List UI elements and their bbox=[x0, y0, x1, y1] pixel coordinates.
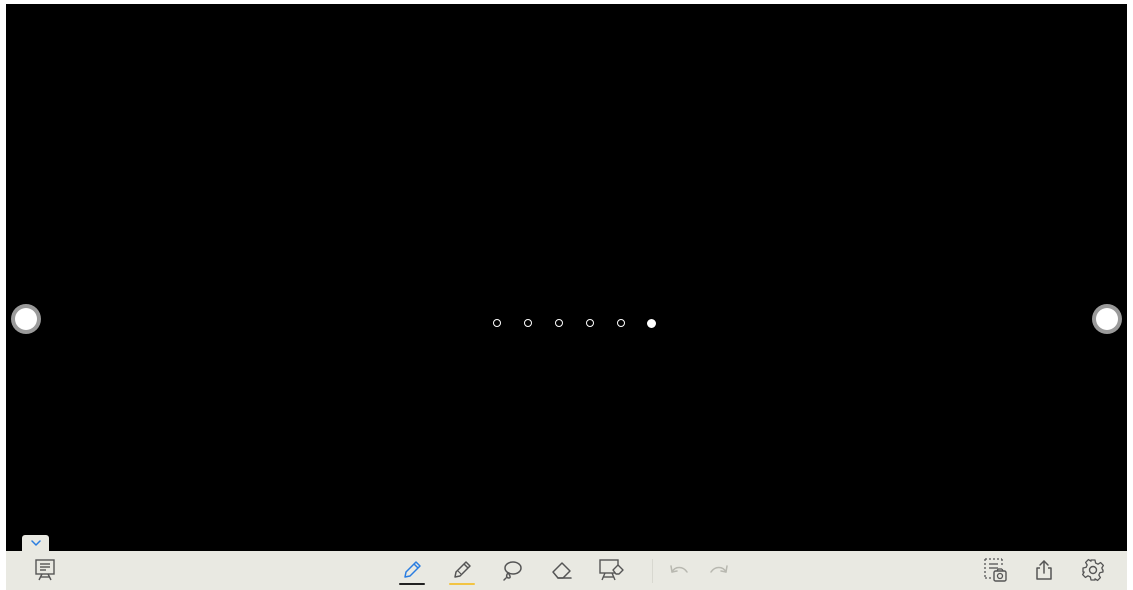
eraser-tool-button[interactable] bbox=[546, 555, 578, 585]
presentation-board-icon bbox=[35, 559, 55, 581]
circle-nav-right bbox=[1096, 308, 1118, 330]
page-dot-mark bbox=[523, 319, 532, 327]
toolbar-separator bbox=[652, 559, 653, 583]
settings-button[interactable] bbox=[1077, 555, 1109, 585]
bottom-toolbar bbox=[6, 551, 1127, 590]
share-button[interactable] bbox=[1028, 555, 1060, 585]
page-dot-5[interactable] bbox=[605, 313, 636, 333]
redo-icon bbox=[710, 565, 728, 573]
page-dot-2[interactable] bbox=[512, 313, 543, 333]
collapse-toolbar-button[interactable] bbox=[22, 535, 49, 551]
share-icon bbox=[1036, 560, 1052, 580]
previous-page-button[interactable] bbox=[11, 304, 41, 334]
clear-board-icon bbox=[599, 559, 624, 581]
next-page-button[interactable] bbox=[1092, 304, 1122, 334]
page-dot-3[interactable] bbox=[543, 313, 574, 333]
pen-tool-button[interactable] bbox=[396, 555, 428, 585]
highlighter-color-underline bbox=[449, 583, 475, 585]
drawing-canvas[interactable] bbox=[6, 4, 1127, 551]
redo-button[interactable] bbox=[703, 555, 735, 585]
page-dot-6[interactable] bbox=[636, 313, 667, 333]
chevron-down-icon bbox=[30, 540, 41, 546]
page-dot-mark bbox=[616, 319, 625, 327]
page-indicator bbox=[481, 313, 667, 333]
page-dot-4[interactable] bbox=[574, 313, 605, 333]
pen-active-underline bbox=[399, 583, 425, 585]
whiteboard-window bbox=[0, 0, 1133, 590]
lasso-icon bbox=[503, 561, 522, 581]
presentation-button[interactable] bbox=[29, 555, 61, 585]
page-dot-mark bbox=[585, 319, 594, 327]
page-dot-1[interactable] bbox=[481, 313, 512, 333]
highlighter-tool-button[interactable] bbox=[446, 555, 478, 585]
screenshot-button[interactable] bbox=[979, 555, 1011, 585]
lasso-tool-button[interactable] bbox=[496, 555, 528, 585]
page-dot-mark bbox=[647, 318, 656, 328]
undo-button[interactable] bbox=[663, 555, 695, 585]
circle-nav-left bbox=[15, 308, 37, 330]
page-dot-mark bbox=[492, 319, 501, 327]
pen-icon bbox=[404, 561, 421, 578]
highlighter-icon bbox=[454, 561, 471, 578]
screenshot-icon bbox=[984, 558, 1007, 582]
page-dot-mark bbox=[554, 319, 563, 327]
gear-icon bbox=[1081, 558, 1105, 582]
undo-icon bbox=[670, 565, 688, 573]
clear-board-button[interactable] bbox=[596, 555, 628, 585]
eraser-icon bbox=[552, 562, 572, 579]
